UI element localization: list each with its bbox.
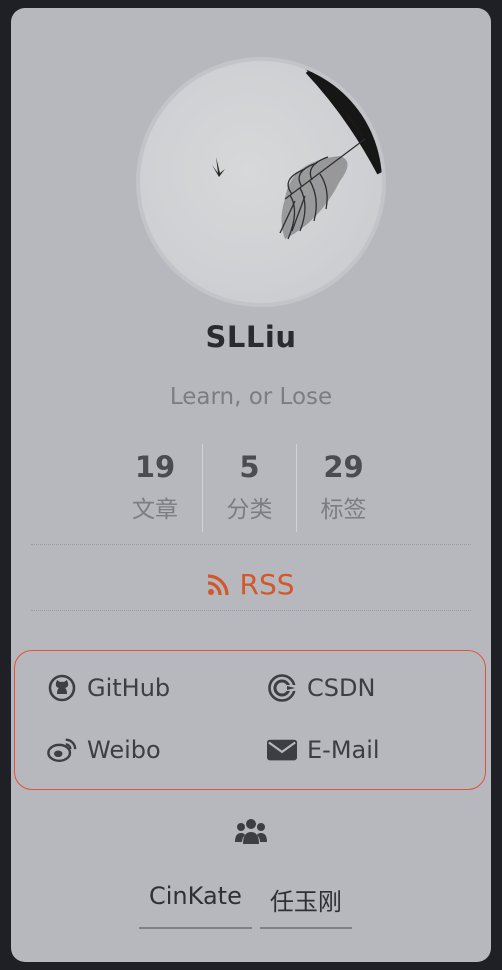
stat-posts-label: 文章 bbox=[132, 497, 178, 523]
social-links: GitHub CSDN Weibo E-Mail bbox=[14, 650, 486, 790]
stat-categories-label: 分类 bbox=[226, 497, 273, 523]
weibo-label: Weibo bbox=[87, 736, 161, 764]
author-name: SLLiu bbox=[205, 320, 297, 354]
author-motto: Learn, or Lose bbox=[169, 384, 333, 410]
stat-categories-count: 5 bbox=[239, 450, 260, 484]
email-link[interactable]: E-Mail bbox=[267, 735, 380, 765]
weibo-icon bbox=[47, 735, 77, 765]
site-stats: 19 文章 5 分类 29 标签 bbox=[108, 444, 390, 532]
csdn-link[interactable]: CSDN bbox=[267, 673, 375, 703]
github-icon bbox=[47, 673, 77, 703]
avatar-image bbox=[212, 61, 382, 240]
rss-link[interactable]: RSS bbox=[11, 568, 491, 601]
rss-icon bbox=[208, 573, 230, 595]
sidebar-profile-card: SLLiu Learn, or Lose 19 文章 5 分类 29 标签 RS… bbox=[11, 8, 491, 962]
friend-link-renyugang[interactable]: 任玉刚 bbox=[259, 878, 352, 929]
rss-label: RSS bbox=[239, 568, 295, 601]
csdn-icon bbox=[267, 673, 297, 703]
github-link[interactable]: GitHub bbox=[47, 673, 170, 703]
friend-link-cinkate[interactable]: CinKate bbox=[139, 878, 252, 929]
csdn-label: CSDN bbox=[307, 674, 376, 702]
users-icon bbox=[235, 816, 267, 846]
divider bbox=[31, 610, 471, 611]
envelope-icon bbox=[267, 735, 297, 765]
email-label: E-Mail bbox=[307, 736, 380, 764]
stat-categories[interactable]: 5 分类 bbox=[202, 444, 296, 532]
avatar bbox=[136, 57, 386, 307]
stat-tags-label: 标签 bbox=[320, 497, 367, 523]
friend-links: CinKate 任玉刚 bbox=[139, 878, 352, 929]
stat-tags[interactable]: 29 标签 bbox=[296, 444, 390, 532]
divider bbox=[31, 544, 471, 545]
stat-posts[interactable]: 19 文章 bbox=[108, 444, 202, 532]
stat-posts-count: 19 bbox=[134, 450, 176, 484]
stat-tags-count: 29 bbox=[323, 450, 364, 484]
github-label: GitHub bbox=[87, 674, 171, 702]
weibo-link[interactable]: Weibo bbox=[47, 735, 161, 765]
